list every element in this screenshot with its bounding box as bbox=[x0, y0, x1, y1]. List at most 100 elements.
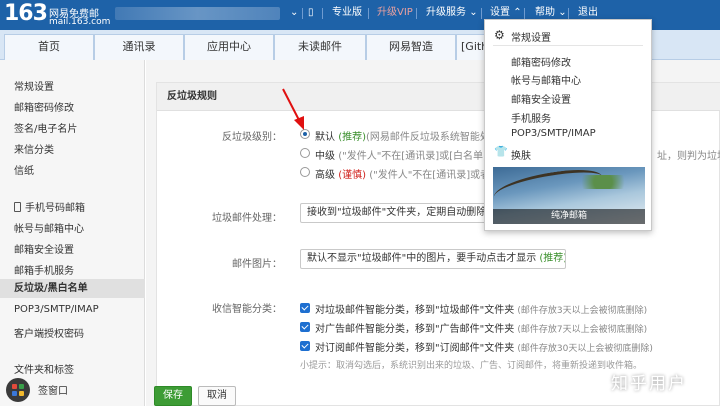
level-desc: ("发件人"不在[通讯录]或[白名单]，且 bbox=[338, 151, 507, 162]
upgrade-service-menu[interactable]: 升级服务 ⌄ bbox=[426, 0, 478, 30]
checkbox-spam-sort[interactable] bbox=[300, 303, 310, 313]
menu-item-account-center[interactable]: 帐号与邮箱中心 bbox=[511, 72, 581, 87]
sidebar-item-folders-tags[interactable]: 文件夹和标签 bbox=[14, 361, 74, 376]
option-note: (邮件存放3天以上会被彻底删除) bbox=[517, 306, 648, 316]
settings-sidebar: 常规设置 邮箱密码修改 签名/电子名片 来信分类 信纸 手机号码邮箱 帐号与邮箱… bbox=[0, 60, 145, 406]
mail-image-label: 邮件图片： bbox=[232, 259, 282, 270]
menu-item-password[interactable]: 邮箱密码修改 bbox=[511, 54, 571, 69]
option-text: 对广告邮件智能分类，移到"广告邮件"文件夹 bbox=[315, 324, 515, 335]
option-note: (邮件存放30天以上会被彻底删除) bbox=[517, 344, 653, 354]
cancel-button[interactable]: 取消 bbox=[198, 386, 236, 406]
option-text: 对订阅邮件智能分类，移到"订阅邮件"文件夹 bbox=[315, 343, 515, 354]
mail-image-select[interactable]: 默认不显示"垃圾邮件"中的图片，要手动点击才显示 (推荐) bbox=[300, 249, 566, 269]
spam-level-label: 反垃圾级别： bbox=[222, 132, 282, 143]
chevron-down-icon: ⌄ bbox=[469, 7, 478, 18]
upgrade-vip-link[interactable]: 升级VIP bbox=[377, 0, 413, 30]
phone-icon bbox=[14, 202, 21, 212]
level-default-text: 默认 (推荐)(网易邮件反垃圾系统智能处理 bbox=[315, 128, 500, 143]
spam-sort-text: 对垃圾邮件智能分类，移到"垃圾邮件"文件夹 (邮件存放3天以上会被彻底删除) bbox=[315, 301, 647, 316]
sidebar-item-password[interactable]: 邮箱密码修改 bbox=[14, 99, 74, 114]
level-name: 中级 bbox=[315, 151, 335, 162]
menu-item-mobile-service[interactable]: 手机服务 bbox=[511, 110, 551, 125]
sidebar-item-account-center[interactable]: 帐号与邮箱中心 bbox=[14, 220, 84, 235]
option-note: (邮件存放7天以上会被彻底删除) bbox=[517, 325, 648, 335]
spam-handling-select[interactable]: 接收到"垃圾邮件"文件夹，定期自动删除 bbox=[300, 203, 488, 223]
tab-contacts[interactable]: 通讯录 bbox=[94, 34, 184, 60]
divider bbox=[322, 8, 323, 19]
spam-handling-label: 垃圾邮件处理： bbox=[212, 213, 282, 224]
pro-version-link[interactable]: 专业版 bbox=[332, 0, 362, 30]
logo-number: 163 bbox=[4, 1, 48, 26]
upgrade-service-label: 升级服务 bbox=[426, 7, 466, 18]
level-desc: (网易邮件反垃圾系统智能处理 bbox=[366, 132, 500, 143]
radio-medium[interactable] bbox=[300, 148, 310, 158]
sidebar-item-signature[interactable]: 签名/电子名片 bbox=[14, 120, 77, 135]
select-value: 默认不显示"垃圾邮件"中的图片，要手动点击才显示 bbox=[307, 253, 537, 264]
divider bbox=[524, 8, 525, 19]
level-name: 默认 bbox=[315, 132, 335, 143]
checkbox-subscription-sort[interactable] bbox=[300, 341, 310, 351]
dropdown-chevron-icon[interactable]: ⌄ bbox=[290, 0, 298, 30]
menu-item-pop3[interactable]: POP3/SMTP/IMAP bbox=[511, 128, 596, 139]
logo-domain: mail.163.com bbox=[49, 17, 111, 27]
ad-sort-text: 对广告邮件智能分类，移到"广告邮件"文件夹 (邮件存放7天以上会被彻底删除) bbox=[315, 320, 647, 335]
level-name: 高级 bbox=[315, 170, 335, 181]
recommended-tag: (推荐) bbox=[338, 132, 366, 143]
sidebar-item-client-password[interactable]: 客户端授权密码 bbox=[14, 325, 84, 340]
sidebar-item-general-settings[interactable]: 常规设置 bbox=[14, 78, 54, 93]
settings-dropdown: ⚙ 常规设置 邮箱密码修改 帐号与邮箱中心 邮箱安全设置 手机服务 POP3/S… bbox=[484, 19, 652, 231]
sidebar-item-mail-filter[interactable]: 来信分类 bbox=[14, 141, 54, 156]
tip-text: 小提示：取消勾选后，系统识别出来的垃圾、广告、订阅邮件，将重新投递到收件箱。 bbox=[300, 361, 643, 371]
sidebar-item-antispam[interactable]: 反垃圾/黑白名单 bbox=[0, 279, 145, 298]
menu-item-security[interactable]: 邮箱安全设置 bbox=[511, 91, 571, 106]
divider bbox=[493, 45, 643, 46]
grid-cell-icon bbox=[19, 384, 24, 389]
menu-item-skin[interactable]: 换肤 bbox=[511, 147, 531, 162]
tab-app-center[interactable]: 应用中心 bbox=[184, 34, 274, 60]
recommended-tag: (推荐) bbox=[539, 253, 566, 264]
annotation-arrow-icon bbox=[282, 88, 304, 130]
mobile-icon[interactable]: ▯ bbox=[308, 0, 314, 30]
sidebar-item-pop3[interactable]: POP3/SMTP/IMAP bbox=[14, 304, 99, 315]
option-text: 对垃圾邮件智能分类，移到"垃圾邮件"文件夹 bbox=[315, 305, 515, 316]
grid-cell-icon bbox=[12, 384, 17, 389]
grid-cell-icon bbox=[19, 391, 24, 396]
sidebar-item-security[interactable]: 邮箱安全设置 bbox=[14, 241, 74, 256]
settings-label: 设置 bbox=[490, 7, 510, 18]
checkbox-ad-sort[interactable] bbox=[300, 322, 310, 332]
chevron-up-icon: ⌃ bbox=[513, 7, 522, 18]
tab-netease-zhizao[interactable]: 网易智造 bbox=[366, 34, 456, 60]
divider bbox=[416, 8, 417, 19]
caution-tag: (谨慎) bbox=[338, 170, 366, 181]
grid-cell-icon bbox=[12, 391, 17, 396]
level-medium-tail: 址，则判为垃圾 bbox=[657, 151, 720, 162]
divider bbox=[481, 8, 482, 19]
sidebar-item-window[interactable]: 签窗口 bbox=[38, 382, 68, 397]
apps-grid-button[interactable] bbox=[6, 378, 30, 402]
menu-item-general-settings[interactable]: 常规设置 bbox=[511, 29, 551, 44]
gear-icon: ⚙ bbox=[494, 28, 505, 42]
chevron-down-icon: ⌄ bbox=[558, 7, 567, 18]
radio-high[interactable] bbox=[300, 167, 310, 177]
watermark: 知乎用户 bbox=[611, 374, 687, 394]
divider bbox=[302, 8, 303, 19]
save-button[interactable]: 保存 bbox=[154, 386, 192, 406]
subscription-sort-text: 对订阅邮件智能分类，移到"订阅邮件"文件夹 (邮件存放30天以上会被彻底删除) bbox=[315, 339, 653, 354]
leaves-graphic bbox=[573, 175, 633, 189]
divider bbox=[568, 8, 569, 19]
sidebar-item-stationery[interactable]: 信纸 bbox=[14, 162, 34, 177]
blurred-account-name bbox=[115, 7, 280, 20]
sidebar-item-label: 手机号码邮箱 bbox=[25, 203, 85, 214]
sidebar-item-phone-mailbox[interactable]: 手机号码邮箱 bbox=[14, 199, 85, 214]
level-medium-text: 中级 ("发件人"不在[通讯录]或[白名单]，且 bbox=[315, 147, 507, 162]
tab-unread-mail[interactable]: 未读邮件 bbox=[274, 34, 366, 60]
tab-home[interactable]: 首页 bbox=[4, 34, 94, 60]
tab-github[interactable]: [Gith bbox=[456, 34, 486, 60]
smart-sort-label: 收信智能分类： bbox=[212, 304, 282, 315]
level-high-text: 高级 (谨慎) ("发件人"不在[通讯录]或者[白 bbox=[315, 166, 504, 181]
theme-preview[interactable]: 纯净邮箱 bbox=[493, 167, 645, 224]
select-value: 接收到"垃圾邮件"文件夹，定期自动删除 bbox=[307, 207, 487, 218]
shirt-icon: 👕 bbox=[494, 145, 508, 158]
sidebar-item-mobile-service[interactable]: 邮箱手机服务 bbox=[14, 262, 74, 277]
help-label: 帮助 bbox=[535, 7, 555, 18]
